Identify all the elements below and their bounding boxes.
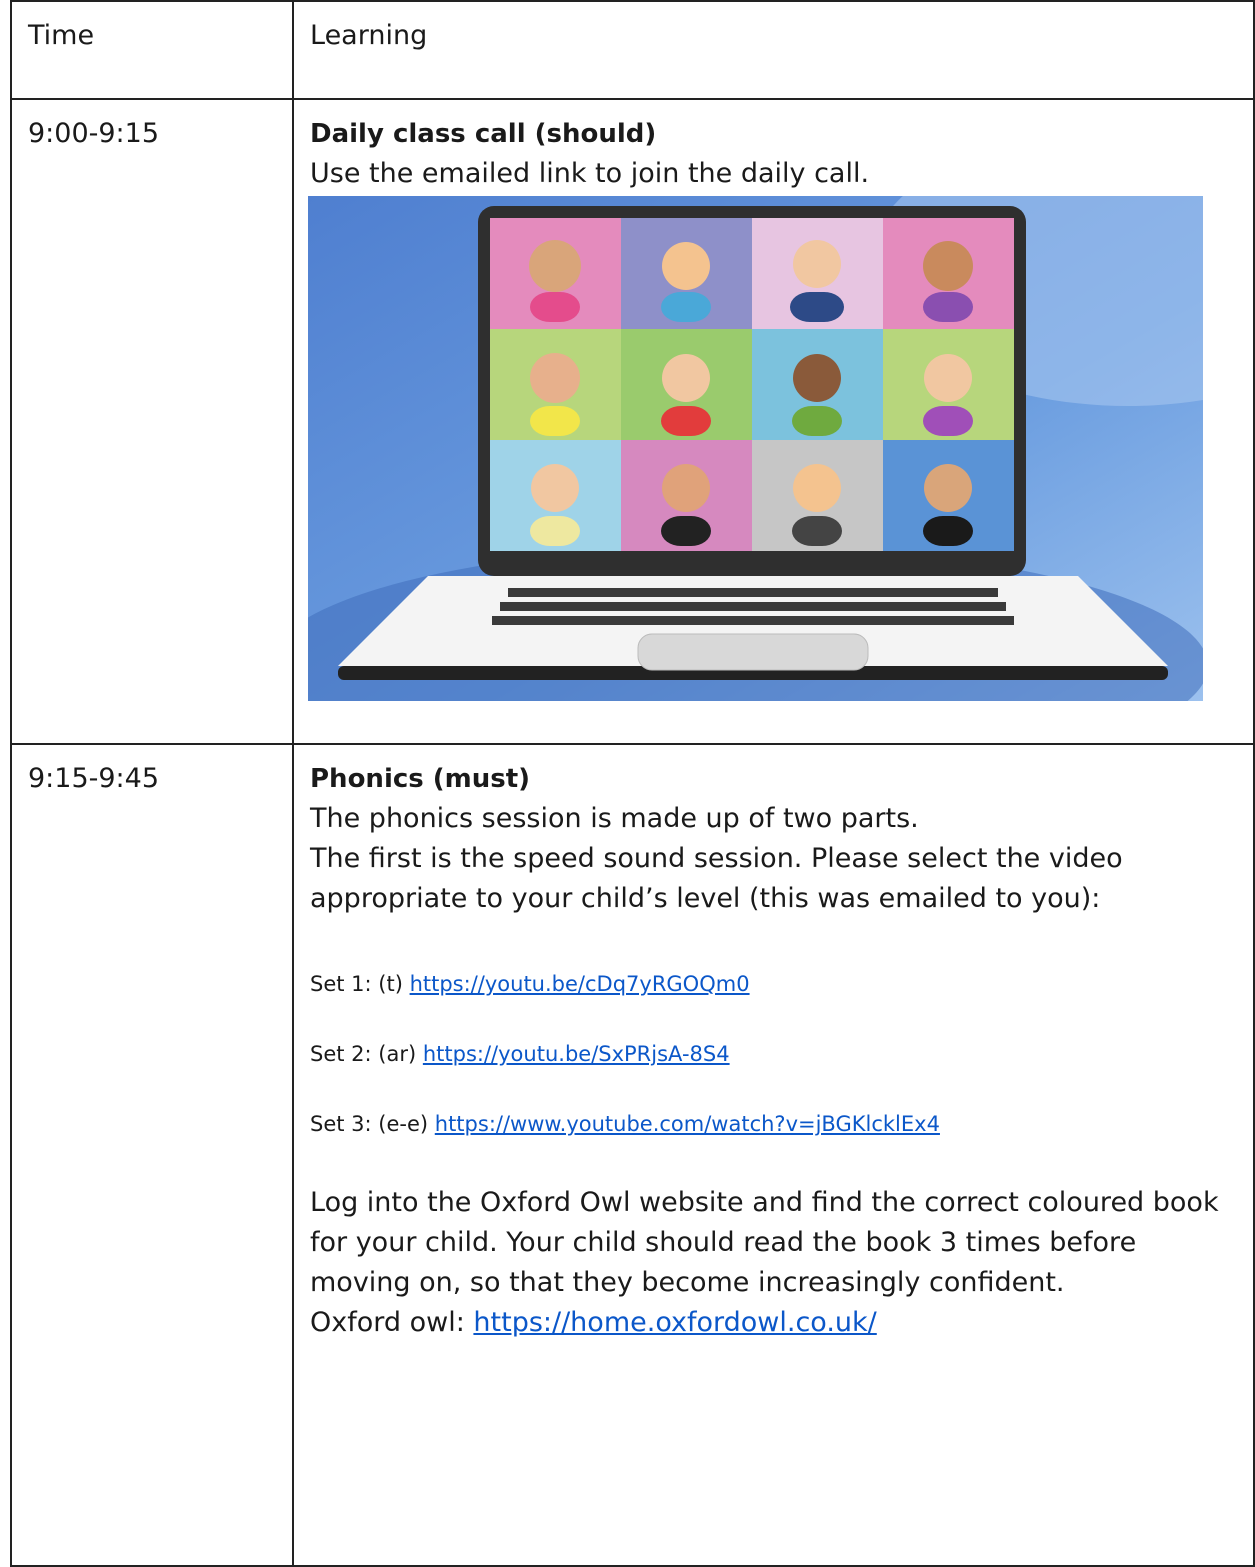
set-row: Set 3: (e-e) https://www.youtube.com/wat…: [310, 1109, 1253, 1139]
set-label: Set 2: (ar): [310, 1042, 417, 1066]
session-title: Phonics (must): [310, 764, 531, 794]
time-label: 9:00-9:15: [28, 118, 160, 149]
schedule-row-daily-call: 9:00-9:15 Daily class call (should) Use …: [10, 98, 1255, 745]
session-description: Use the emailed link to join the daily c…: [310, 158, 870, 189]
set-video-link[interactable]: https://youtu.be/SxPRjsA-8S4: [423, 1042, 730, 1066]
schedule-table: Time Learning 9:00-9:15 Daily class call…: [10, 0, 1255, 1567]
header-time-cell: Time: [10, 0, 294, 100]
session-paragraph: appropriate to your child’s level (this …: [310, 883, 1101, 914]
set-label: Set 1: (t): [310, 972, 403, 996]
header-learning-cell: Learning: [292, 0, 1255, 100]
header-time-label: Time: [28, 20, 95, 51]
schedule-row-phonics: 9:15-9:45 Phonics (must) The phonics ses…: [10, 743, 1255, 1567]
set-video-link[interactable]: https://youtu.be/cDq7yRGOQm0: [410, 972, 750, 996]
video-call-image: [308, 196, 1203, 701]
header-learning-label: Learning: [310, 20, 428, 51]
learning-cell: Phonics (must) The phonics session is ma…: [292, 743, 1255, 1567]
session-title: Daily class call (should): [310, 119, 657, 149]
oxford-owl-label: Oxford owl:: [310, 1307, 465, 1338]
session-paragraph: The phonics session is made up of two pa…: [310, 803, 919, 834]
oxford-owl-instructions: Log into the Oxford Owl website and find…: [310, 1187, 1219, 1298]
time-cell: 9:15-9:45: [10, 743, 294, 1567]
learning-cell: Daily class call (should) Use the emaile…: [292, 98, 1255, 745]
time-cell: 9:00-9:15: [10, 98, 294, 745]
set-video-link[interactable]: https://www.youtube.com/watch?v=jBGKlckl…: [435, 1112, 940, 1136]
video-call-laptop-illustration: [308, 196, 1203, 701]
set-row: Set 1: (t) https://youtu.be/cDq7yRGOQm0: [310, 969, 1253, 999]
session-paragraph: The first is the speed sound session. Pl…: [310, 843, 1123, 874]
oxford-owl-link[interactable]: https://home.oxfordowl.co.uk/: [473, 1307, 876, 1338]
header-row: Time Learning: [10, 0, 1255, 100]
set-row: Set 2: (ar) https://youtu.be/SxPRjsA-8S4: [310, 1039, 1253, 1069]
set-label: Set 3: (e-e): [310, 1112, 429, 1136]
oxford-owl-row: Oxford owl: https://home.oxfordowl.co.uk…: [310, 1303, 1253, 1343]
time-label: 9:15-9:45: [28, 763, 160, 794]
